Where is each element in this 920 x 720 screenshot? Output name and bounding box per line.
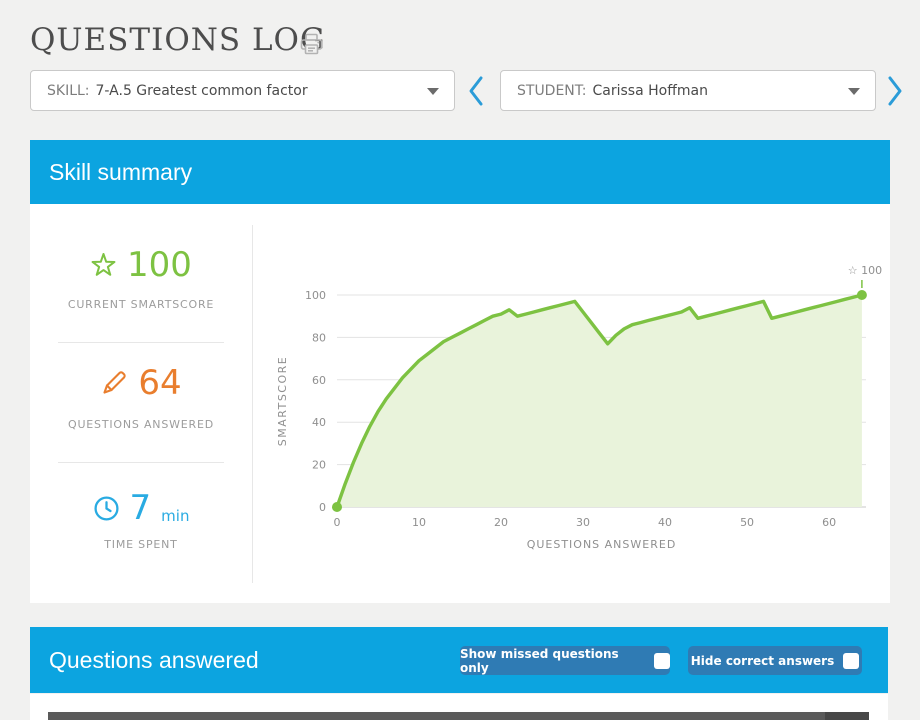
questions-answered-value: 64 xyxy=(138,363,181,403)
student-select[interactable]: STUDENT: Carissa Hoffman xyxy=(500,70,876,111)
page-title: QUESTIONS LOG xyxy=(30,22,326,58)
y-tick-label: 100 xyxy=(305,289,326,302)
questions-answered-header: Questions answered Show missed questions… xyxy=(30,627,888,693)
y-tick-label: 80 xyxy=(312,331,326,344)
show-missed-questions-label: Show missed questions only xyxy=(460,647,645,675)
data-point-dot xyxy=(332,502,342,512)
show-missed-checkbox[interactable] xyxy=(654,653,670,669)
questions-answered-stat: 64 xyxy=(30,362,252,404)
clock-icon xyxy=(93,495,120,522)
print-icon[interactable] xyxy=(299,32,324,60)
smartscore-stat: 100 xyxy=(30,244,252,286)
skill-select[interactable]: SKILL: 7-A.5 Greatest common factor xyxy=(30,70,455,111)
y-tick-label: 60 xyxy=(312,374,326,387)
chevron-down-icon xyxy=(427,88,439,95)
pencil-icon xyxy=(100,369,128,397)
previous-student-button[interactable] xyxy=(467,75,485,111)
x-axis-label: QUESTIONS ANSWERED xyxy=(527,538,677,551)
score-annotation-text: ☆ 100 xyxy=(848,264,882,277)
skill-summary-header: Skill summary xyxy=(30,140,890,204)
stats-chart-divider xyxy=(252,225,253,583)
y-axis-label: SMARTSCORE xyxy=(276,356,289,446)
divider xyxy=(58,342,224,343)
divider xyxy=(58,462,224,463)
x-tick-label: 40 xyxy=(658,516,672,529)
time-spent-stat: 7 min xyxy=(30,486,252,530)
next-student-button[interactable] xyxy=(886,75,904,111)
show-missed-questions-button[interactable]: Show missed questions only xyxy=(460,646,670,675)
skill-summary-card: 100 CURRENT SMARTSCORE 64 QUESTIONS ANSW… xyxy=(30,204,890,603)
data-point-dot xyxy=(857,290,867,300)
questions-log-page: QUESTIONS LOG SKILL: 7-A.5 Greatest comm… xyxy=(0,0,920,720)
x-tick-label: 0 xyxy=(334,516,341,529)
skill-summary-title: Skill summary xyxy=(49,159,192,186)
smartscore-chart: 0 20 40 60 80 100 0 10 20 30 40 50 60 QUESTIONS ANSW… xyxy=(270,245,885,555)
x-tick-label: 30 xyxy=(576,516,590,529)
chart-area-fill xyxy=(337,295,862,507)
time-spent-label: TIME SPENT xyxy=(30,538,252,551)
x-tick-label: 60 xyxy=(822,516,836,529)
student-select-value: Carissa Hoffman xyxy=(593,83,708,99)
y-tick-label: 20 xyxy=(312,459,326,472)
table-header-right-segment xyxy=(825,712,869,720)
hide-correct-answers-label: Hide correct answers xyxy=(691,654,835,668)
time-spent-unit: min xyxy=(161,507,189,525)
y-tick-label: 40 xyxy=(312,416,326,429)
chart-score-annotation: ☆ 100 xyxy=(848,264,882,288)
x-tick-label: 50 xyxy=(740,516,754,529)
skill-select-label: SKILL: xyxy=(47,83,90,99)
table-header-bar xyxy=(48,712,869,720)
questions-answered-title: Questions answered xyxy=(49,647,259,674)
x-tick-label: 20 xyxy=(494,516,508,529)
hide-correct-answers-button[interactable]: Hide correct answers xyxy=(688,646,862,675)
questions-answered-label: QUESTIONS ANSWERED xyxy=(30,418,252,431)
questions-table-card xyxy=(30,694,888,720)
chevron-down-icon xyxy=(848,88,860,95)
smartscore-label: CURRENT SMARTSCORE xyxy=(30,298,252,311)
y-tick-label: 0 xyxy=(319,501,326,514)
smartscore-value: 100 xyxy=(127,245,192,285)
skill-select-value: 7-A.5 Greatest common factor xyxy=(96,83,308,99)
x-tick-label: 10 xyxy=(412,516,426,529)
hide-correct-checkbox[interactable] xyxy=(843,653,859,669)
time-spent-value: 7 xyxy=(130,488,152,528)
star-icon xyxy=(90,252,117,278)
student-select-label: STUDENT: xyxy=(517,83,587,99)
